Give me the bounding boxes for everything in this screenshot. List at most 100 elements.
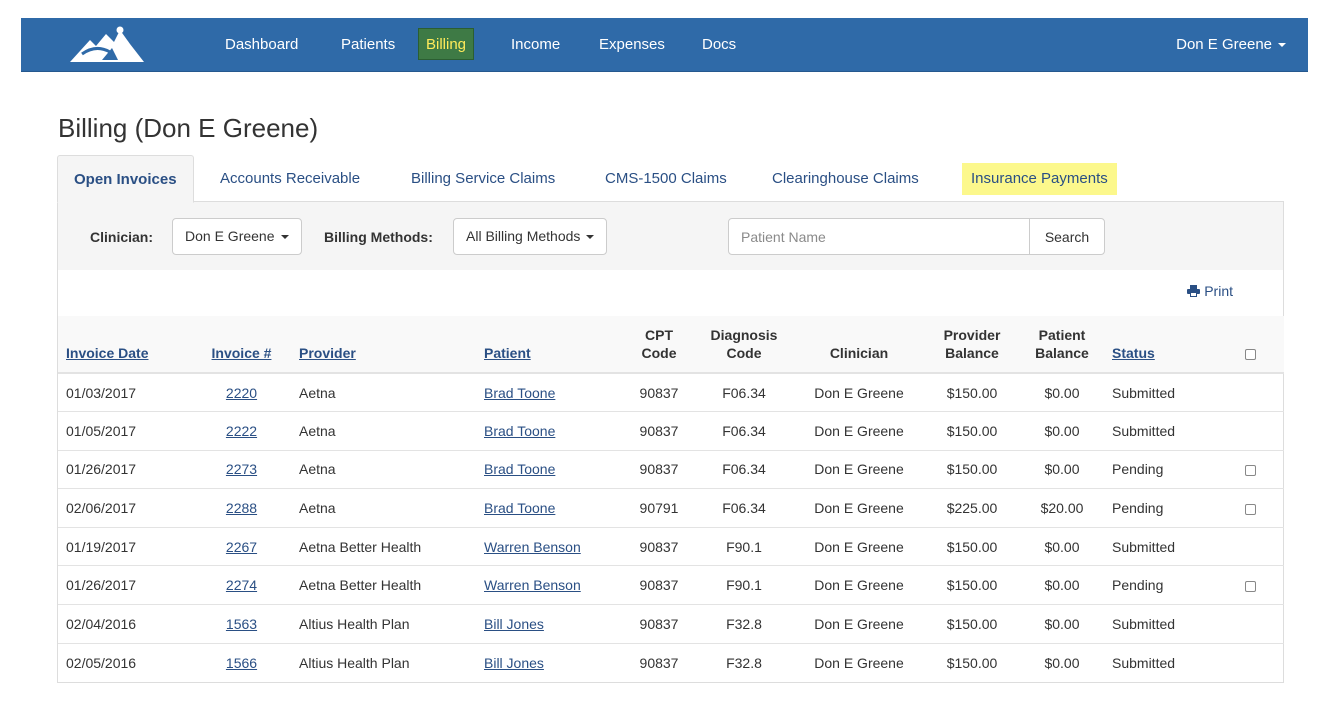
patient-name-input[interactable] — [728, 218, 1030, 255]
provider-balance-cell: $150.00 — [946, 384, 998, 401]
nav-expenses[interactable]: Expenses — [599, 18, 665, 72]
invoice-number-link[interactable]: 2220 — [192, 373, 291, 412]
page-title: Billing (Don E Greene) — [58, 113, 319, 143]
table-body: 01/03/2017 2220 Aetna Brad Toone 90837 F06.34… — [58, 373, 1284, 682]
col-status[interactable]: Status — [1104, 316, 1216, 374]
clinician-cell: Don E Greene — [814, 384, 904, 401]
user-name: Don E Greene — [1176, 36, 1272, 53]
patient-balance-cell: $20.00 — [1020, 488, 1104, 528]
cpt-header-2: Code — [641, 344, 677, 361]
nav-dashboard[interactable]: Dashboard — [225, 18, 298, 72]
status-cell: Submitted — [1104, 411, 1216, 451]
invoice-number-link[interactable]: 2267 — [192, 526, 291, 566]
invoice-number-link[interactable]: 2222 — [192, 411, 291, 451]
patient-name-link[interactable]: Brad Toone — [476, 373, 624, 412]
tab-billing-service-claims[interactable]: Billing Service Claims — [411, 155, 555, 202]
invoice-date-cell: 02/05/2016 — [58, 642, 192, 682]
nav-docs[interactable]: Docs — [702, 18, 736, 72]
cpt-header-1: CPT — [645, 326, 673, 343]
nav-billing[interactable]: Billing — [418, 28, 475, 60]
table-row: 02/04/2016 1563 Altius Health Plan Bill Jon… — [58, 604, 1284, 644]
pat-bal-header-1: Patient — [1038, 326, 1086, 343]
diag-header-2: Code — [726, 344, 762, 361]
diagnosis-code-cell: F06.34 — [694, 449, 794, 489]
status-cell: Submitted — [1104, 526, 1216, 566]
chevron-down-icon — [280, 235, 289, 240]
col-patient[interactable]: Patient — [476, 316, 624, 374]
patient-balance-cell: $0.00 — [1020, 449, 1104, 489]
filter-bar: Clinician: Don E Greene Billing Methods:… — [57, 201, 1284, 271]
patient-name-link[interactable]: Bill Jones — [476, 642, 624, 682]
clinician-value: Don E Greene — [185, 228, 275, 244]
clinician-label: Clinician: — [90, 229, 154, 245]
status-cell: Pending — [1104, 449, 1216, 489]
patient-name-link[interactable]: Brad Toone — [476, 488, 624, 528]
col-provider[interactable]: Provider — [291, 316, 476, 374]
chevron-down-icon — [1278, 43, 1286, 48]
provider-cell: Aetna — [299, 384, 336, 401]
provider-cell: Aetna Better Health — [291, 565, 476, 605]
invoice-date-cell: 02/04/2016 — [58, 604, 192, 644]
pat-bal-header-2: Balance — [1035, 344, 1089, 361]
invoice-date-cell: 01/03/2017 — [66, 384, 137, 401]
col-clinician: Clinician — [794, 316, 924, 374]
patient-balance-cell: $0.00 — [1020, 526, 1104, 566]
row-select-checkbox[interactable] — [1244, 581, 1256, 593]
tab-accounts-receivable[interactable]: Accounts Receivable — [220, 155, 360, 202]
table-header-row: Invoice Date Invoice # Provider Patient … — [58, 316, 1284, 374]
nav-patients[interactable]: Patients — [341, 18, 395, 72]
col-invoice-date[interactable]: Invoice Date — [58, 316, 192, 374]
invoice-number-link[interactable]: 1563 — [192, 604, 291, 644]
tab-insurance-payments[interactable]: Insurance Payments — [962, 163, 1117, 195]
invoice-date-cell: 02/06/2017 — [58, 488, 192, 528]
prov-bal-header-2: Balance — [945, 344, 999, 361]
row-select-checkbox[interactable] — [1244, 465, 1256, 477]
billing-methods-dropdown[interactable]: All Billing Methods — [453, 218, 608, 255]
cpt-code-cell: 90837 — [624, 449, 694, 489]
invoice-number-link[interactable]: 2274 — [192, 565, 291, 605]
billing-methods-label: Billing Methods: — [324, 229, 433, 245]
tab-open-invoices[interactable]: Open Invoices — [57, 155, 194, 203]
invoice-number-link[interactable]: 2288 — [192, 488, 291, 528]
tab-cms-1500-claims[interactable]: CMS-1500 Claims — [605, 155, 727, 202]
col-cpt-code: CPT Code — [624, 316, 694, 374]
table-row: 01/26/2017 2273 Aetna Brad Toone 90837 F06.34… — [58, 449, 1284, 489]
patient-name-link[interactable]: Bill Jones — [476, 604, 624, 644]
diagnosis-code-cell: F90.1 — [694, 565, 794, 605]
patient-name-link[interactable]: Brad Toone — [476, 449, 624, 489]
print-button[interactable]: Print — [1187, 283, 1233, 299]
diagnosis-code-cell: F06.34 — [694, 488, 794, 528]
cpt-code-cell: 90837 — [624, 526, 694, 566]
col-provider-balance: Provider Balance — [924, 316, 1020, 374]
billing-methods-value: All Billing Methods — [466, 228, 581, 244]
clinician-cell: Don E Greene — [794, 565, 924, 605]
search-button[interactable]: Search — [1029, 218, 1105, 255]
clinician-cell: Don E Greene — [794, 642, 924, 682]
invoice-date-cell: 01/26/2017 — [58, 449, 192, 489]
invoice-date-cell: 01/19/2017 — [58, 526, 192, 566]
table-row: 02/06/2017 2288 Aetna Brad Toone 90791 F06.34… — [58, 488, 1284, 528]
status-cell: Pending — [1104, 488, 1216, 528]
cpt-code-cell: 90837 — [624, 411, 694, 451]
provider-cell: Aetna — [291, 411, 476, 451]
diagnosis-code-cell: F32.8 — [694, 604, 794, 644]
col-patient-balance: Patient Balance — [1020, 316, 1104, 374]
select-all-checkbox[interactable] — [1244, 348, 1256, 360]
cpt-code-cell: 90837 — [624, 604, 694, 644]
patient-name-link[interactable]: Warren Benson — [476, 526, 624, 566]
mountain-logo-icon[interactable] — [66, 24, 148, 66]
invoice-number-link[interactable]: 2273 — [192, 449, 291, 489]
table-row: 01/03/2017 2220 Aetna Brad Toone 90837 F06.34… — [58, 373, 1284, 412]
open-invoices-table: Invoice Date Invoice # Provider Patient … — [58, 316, 1284, 682]
row-select-checkbox[interactable] — [1244, 503, 1256, 515]
row-select-cell — [1216, 642, 1284, 682]
patient-name-link[interactable]: Warren Benson — [476, 565, 624, 605]
nav-income[interactable]: Income — [511, 18, 560, 72]
patient-name-link[interactable]: Brad Toone — [476, 411, 624, 451]
col-invoice-number[interactable]: Invoice # — [192, 316, 291, 374]
clinician-dropdown[interactable]: Don E Greene — [172, 218, 302, 255]
patient-balance-cell: $0.00 — [1020, 411, 1104, 451]
user-menu[interactable]: Don E Greene — [1176, 18, 1286, 72]
tab-clearinghouse-claims[interactable]: Clearinghouse Claims — [772, 155, 919, 202]
invoice-number-link[interactable]: 1566 — [192, 642, 291, 682]
